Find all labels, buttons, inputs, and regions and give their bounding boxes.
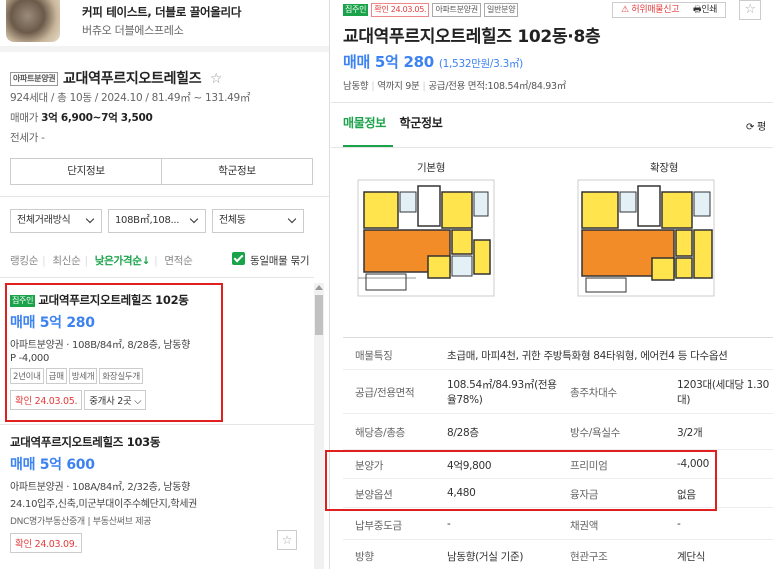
- complex-name[interactable]: 교대역푸르지오트레힐즈: [63, 71, 202, 87]
- tab-complex-info[interactable]: 단지정보: [11, 159, 161, 184]
- divider: [331, 102, 773, 103]
- filter-bar: 전체거래방식 108B㎡,108... 전체동: [10, 209, 304, 233]
- refresh-icon: ⟳: [746, 122, 755, 133]
- area-select[interactable]: 108B㎡,108...: [108, 209, 206, 233]
- ad-subtitle: 버츄오 더블에스프레소: [82, 24, 184, 37]
- chevron-down-icon: [287, 214, 297, 224]
- divider: [0, 196, 329, 197]
- floorplan-basic-image[interactable]: [356, 178, 496, 298]
- scrollbar[interactable]: [314, 283, 324, 569]
- building-select[interactable]: 전체동: [212, 209, 304, 233]
- floorplan-extended-image[interactable]: [576, 178, 716, 298]
- detail-subinfo: 남동향 | 역까지 9분 | 공급/전용 면적:108.54㎡/84.93㎡: [343, 81, 566, 92]
- complex-type-tag: 아파트분양권: [10, 72, 59, 86]
- listing-info: 아파트분양권 · 108A/84㎡, 2/32층, 남동향: [10, 482, 191, 493]
- highlight-box: [325, 450, 717, 511]
- list-item[interactable]: 교대역푸르지오트레힐즈 103동 매매 5억 600 아파트분양권 · 108A…: [10, 434, 310, 553]
- tab-school-info[interactable]: 학군정보: [161, 159, 312, 184]
- area-toggle[interactable]: ⟳ 평: [746, 118, 766, 133]
- complex-price: 매매가 3억 6,900~7억 3,500: [10, 112, 153, 124]
- divider: [0, 277, 314, 278]
- detail-title: 교대역푸르지오트레힐즈 102동·8층: [343, 27, 601, 47]
- chevron-down-icon: [189, 214, 199, 224]
- sort-ranking[interactable]: 랭킹순: [10, 255, 38, 267]
- detail-price: 매매 5억 280 (1,532만원/3.3㎡): [343, 53, 523, 71]
- table-row: 납부중도금 - 채권액 -: [343, 508, 773, 540]
- divider: [0, 46, 329, 52]
- complex-meta: 924세대 / 총 10동 / 2024.10 / 81.49㎡ ~ 131.4…: [10, 92, 251, 104]
- listing-description: 24.10입주,신축,미군부대이주수혜단지,학세권: [10, 499, 198, 510]
- table-row: 해당층/총층 8/28층 방수/욕실수 3/2개: [343, 414, 773, 450]
- detail-tags: 집주인 확인 24.03.05. 아파트분양권 일반분양: [343, 2, 519, 17]
- tab-listing-info[interactable]: 매물정보: [343, 116, 386, 130]
- confirm-tag: 확인 24.03.05.: [371, 3, 430, 17]
- ad-title: 커피 테이스트, 더블로 끌어올리다: [82, 5, 242, 19]
- detail-actions: ⚠ 허위매물신고 🖶인쇄: [612, 2, 726, 18]
- tab-school-info[interactable]: 학군정보: [399, 116, 442, 130]
- table-row: 방향 남동향(거실 기준) 현관구조 계단식: [343, 540, 773, 569]
- detail-tabs: 매물정보 학군정보: [343, 114, 443, 147]
- scrollbar-thumb[interactable]: [315, 295, 323, 335]
- print-icon: 🖶: [693, 5, 702, 15]
- ad-banner[interactable]: 커피 테이스트, 더블로 끌어올리다 버츄오 더블에스프레소: [0, 0, 329, 44]
- complex-lease: 전세가 -: [10, 132, 45, 144]
- listing-source: DNC명가부동산중개 | 부동산써브 제공: [10, 517, 152, 527]
- owner-tag: 집주인: [343, 4, 369, 16]
- listing-panel: 커피 테이스트, 더블로 끌어올리다 버츄오 더블에스프레소 아파트분양권 교대…: [0, 0, 330, 569]
- listing-name: 교대역푸르지오트레힐즈 103동: [10, 435, 161, 449]
- trade-type-select[interactable]: 전체거래방식: [10, 209, 102, 233]
- table-row: 공급/전용면적 108.54㎡/84.93㎡(전용율78%) 총주차대수 120…: [343, 370, 773, 414]
- scroll-up-icon[interactable]: [315, 285, 323, 290]
- table-row: 매물특징 초급매, 마피4천, 귀한 주방특화형 84타워형, 에어컨4 등 다…: [343, 338, 773, 370]
- favorite-star-icon[interactable]: ☆: [739, 0, 761, 20]
- listing-price: 매매 5억 600: [10, 457, 95, 473]
- print-button[interactable]: 🖶인쇄: [693, 3, 717, 17]
- ad-image: [6, 0, 60, 42]
- floorplan-label-basic: 기본형: [417, 162, 446, 174]
- floorplan-label-extended: 확장형: [650, 162, 679, 174]
- confirm-date-badge: 확인 24.03.09.: [10, 533, 83, 553]
- sort-low-price[interactable]: 낮은가격순↓: [95, 255, 151, 267]
- favorite-star-icon[interactable]: ☆: [210, 71, 223, 87]
- highlight-box: [5, 283, 223, 422]
- group-same-label[interactable]: 동일매물 묶기: [250, 253, 310, 268]
- complex-tabs: 단지정보 학군정보: [10, 158, 313, 185]
- divider: [331, 147, 773, 148]
- sort-area[interactable]: 면적순: [164, 255, 192, 267]
- sort-bar: 랭킹순 | 최신순 | 낮은가격순↓ | 면적순 동일매물 묶기: [10, 252, 310, 268]
- alert-icon: ⚠: [621, 5, 629, 15]
- sort-latest[interactable]: 최신순: [52, 255, 80, 267]
- favorite-star-icon[interactable]: ☆: [277, 530, 297, 550]
- type-tag: 아파트분양권: [432, 3, 481, 17]
- group-same-checkbox[interactable]: [232, 252, 245, 265]
- report-button[interactable]: ⚠ 허위매물신고: [621, 3, 680, 17]
- divider: [0, 424, 314, 425]
- chevron-down-icon: [85, 214, 95, 224]
- sale-type-tag: 일반분양: [484, 3, 519, 17]
